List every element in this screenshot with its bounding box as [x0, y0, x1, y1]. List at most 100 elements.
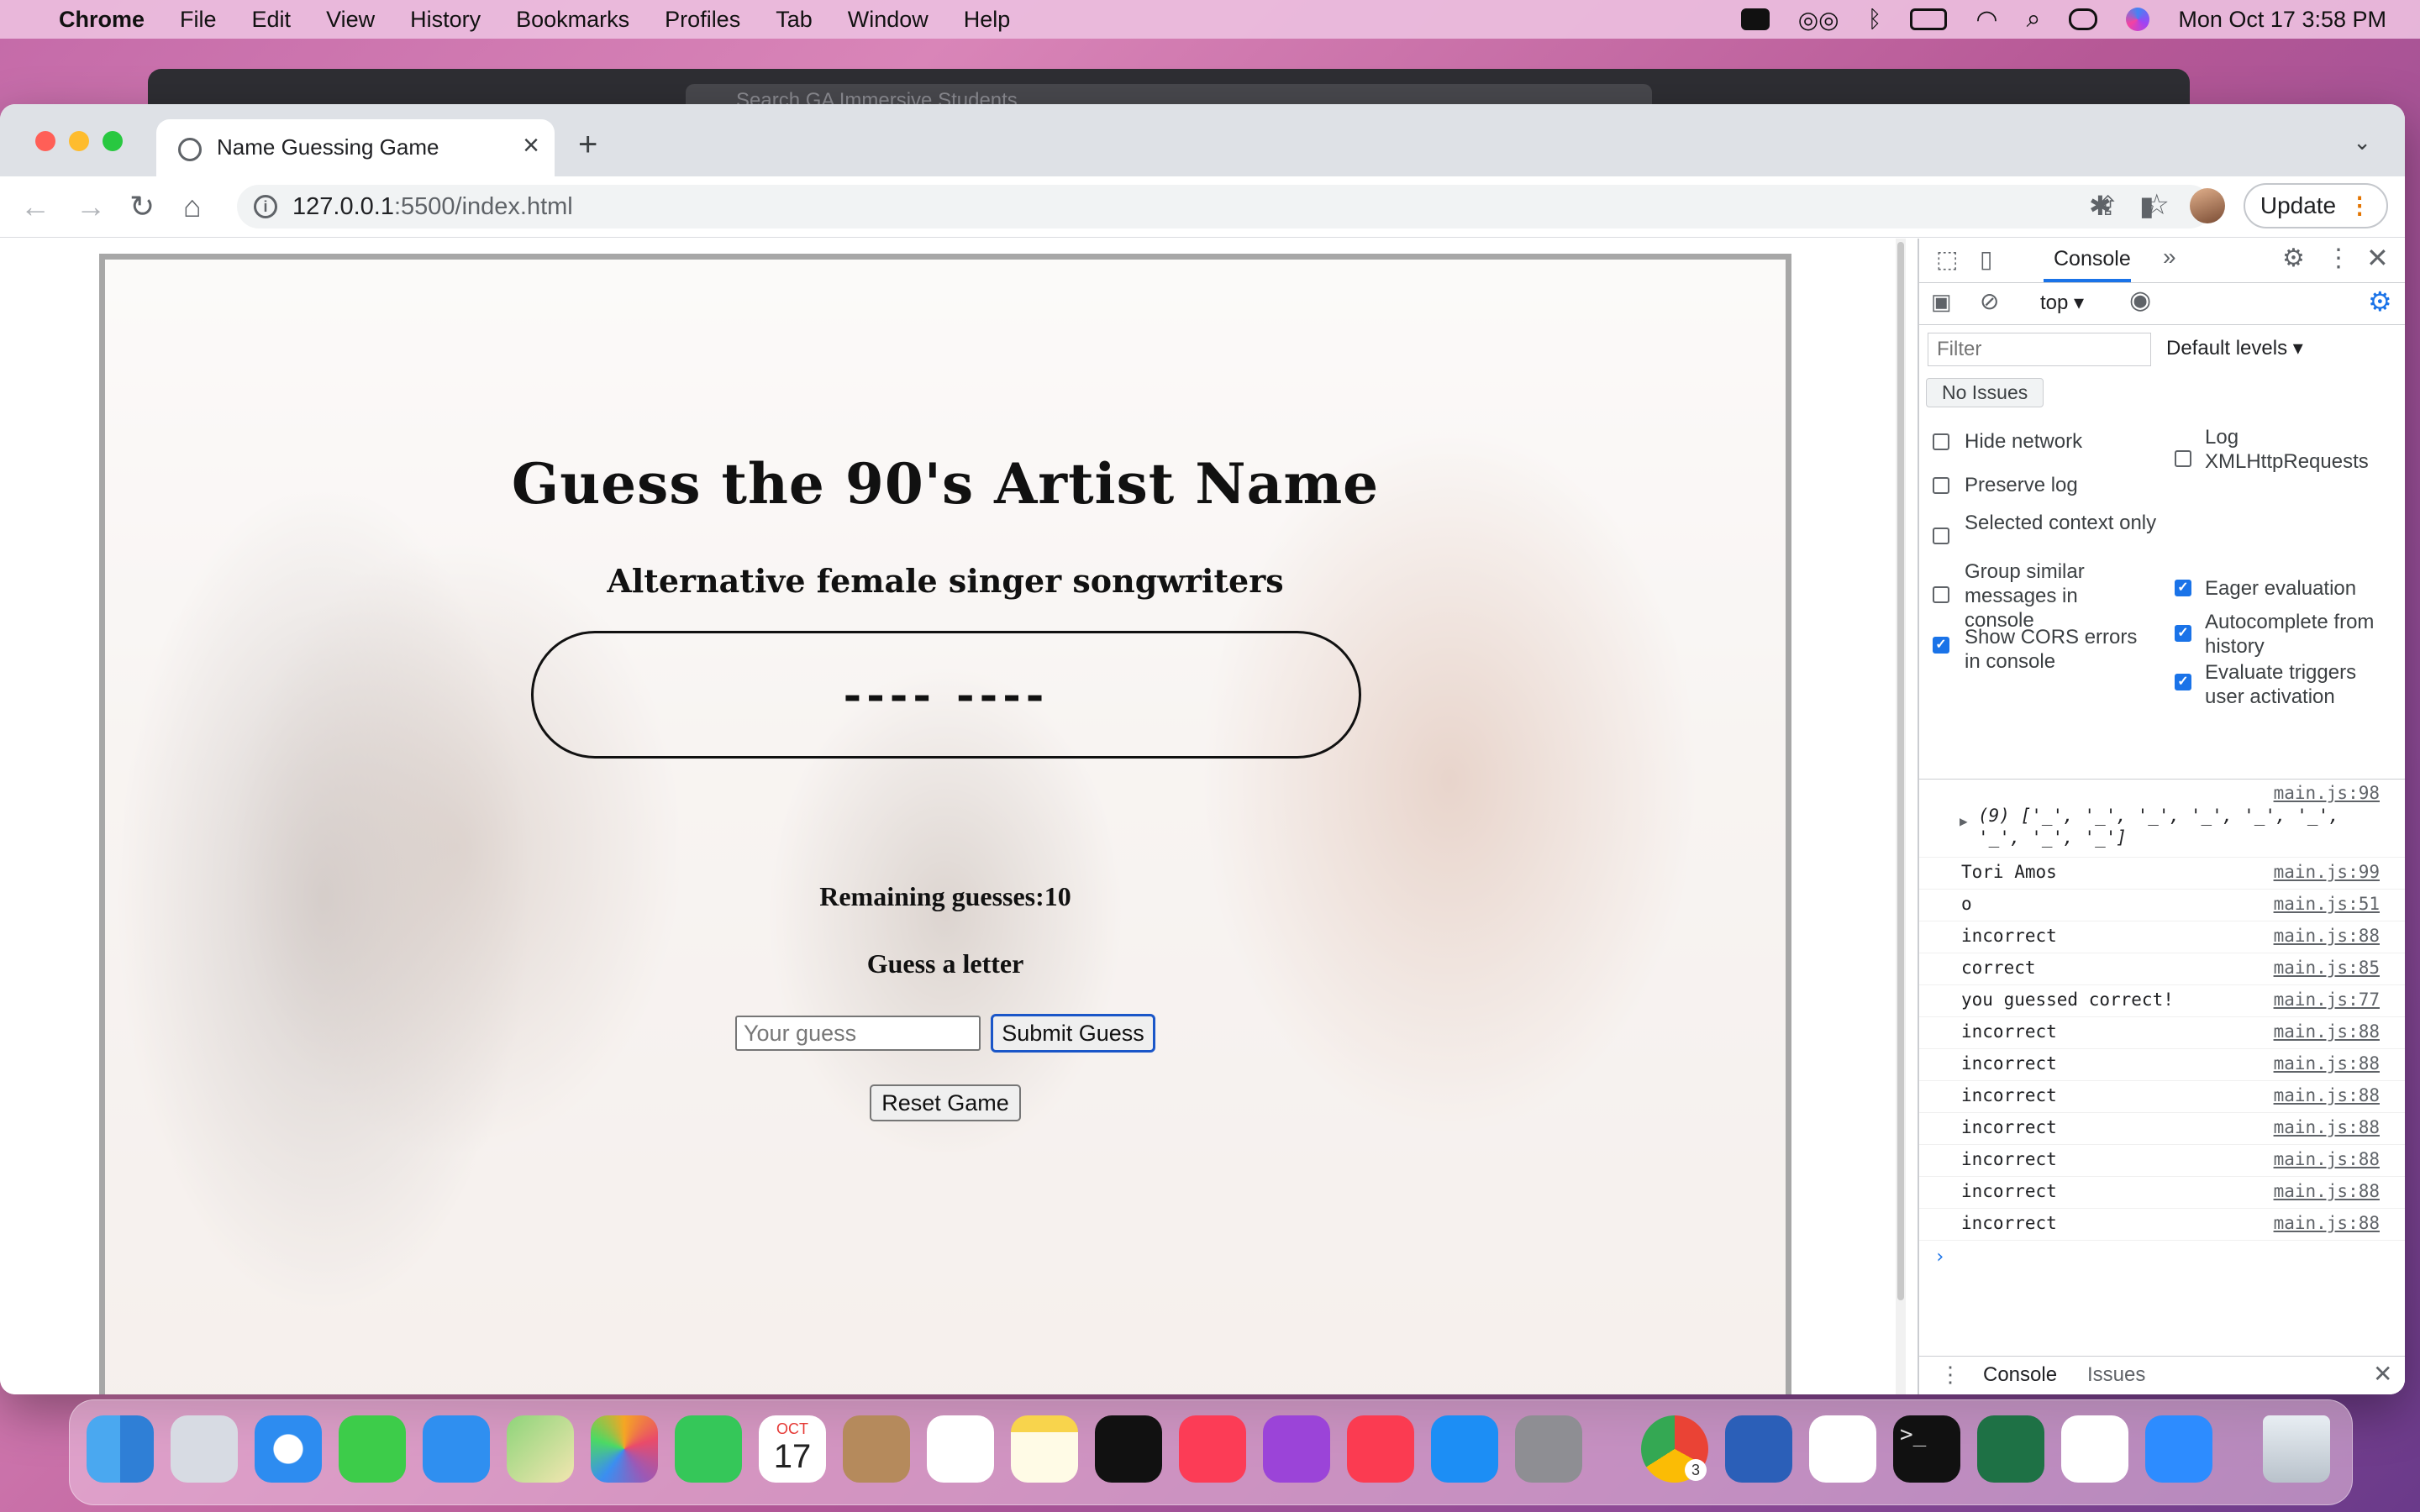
zoom-window-button[interactable] [103, 131, 123, 151]
bluetooth-icon[interactable]: ᛒ [1868, 6, 1882, 33]
clear-console-icon[interactable]: ⊘ [1980, 287, 1999, 315]
console-filter-input[interactable] [1928, 333, 2151, 366]
finder-icon[interactable] [87, 1415, 154, 1483]
new-tab-icon[interactable]: + [578, 128, 597, 161]
tab-search-chevron-icon[interactable]: ⌄ [2353, 129, 2371, 155]
log-source[interactable]: main.js:77 [2274, 990, 2380, 1010]
log-xhr-checkbox[interactable] [2175, 450, 2191, 467]
devtools-menu-icon[interactable]: ⋮ [2326, 244, 2351, 273]
issues-button[interactable]: No Issues [1926, 378, 2044, 407]
zoom-icon[interactable] [2145, 1415, 2212, 1483]
menu-tab[interactable]: Tab [776, 7, 813, 33]
vscode-icon[interactable] [2061, 1415, 2128, 1483]
news-icon[interactable] [1347, 1415, 1414, 1483]
update-button[interactable]: Update ⋮ [2244, 183, 2388, 228]
hide-network-checkbox[interactable] [1933, 433, 1949, 450]
glasses-icon[interactable]: ◎◎ [1798, 6, 1839, 34]
show-cors-checkbox[interactable]: ✓ [1933, 637, 1949, 654]
close-tab-icon[interactable]: × [523, 129, 539, 162]
facetime-icon[interactable] [675, 1415, 742, 1483]
menu-app-name[interactable]: Chrome [59, 7, 145, 33]
menubar-clock[interactable]: Mon Oct 17 3:58 PM [2178, 7, 2386, 33]
close-window-button[interactable] [35, 131, 55, 151]
devtools-tab-console[interactable]: Console [2054, 247, 2131, 271]
url-text[interactable]: 127.0.0.1:5500/index.html [292, 193, 573, 221]
inspect-element-icon[interactable]: ⬚ [1936, 245, 1958, 273]
selected-context-checkbox[interactable] [1933, 528, 1949, 544]
wifi-icon[interactable]: ◠ [1975, 5, 1997, 34]
console-prompt-icon[interactable]: › [1934, 1247, 1945, 1268]
tab-name-guessing-game[interactable]: Name Guessing Game × [156, 119, 555, 176]
eager-evaluation-checkbox[interactable]: ✓ [2175, 580, 2191, 596]
more-tabs-icon[interactable]: » [2163, 244, 2176, 270]
chrome-dock-icon[interactable]: 3 [1641, 1415, 1708, 1483]
control-center-icon[interactable] [2069, 8, 2098, 30]
log-source[interactable]: main.js:88 [2274, 1021, 2380, 1042]
terminal-icon[interactable]: >_ [1893, 1415, 1960, 1483]
zoom-tray-icon[interactable] [1740, 8, 1770, 30]
side-panel-icon[interactable]: ▮ [2139, 190, 2154, 222]
log-source[interactable]: main.js:85 [2274, 958, 2380, 978]
guess-input[interactable] [735, 1016, 981, 1051]
menu-file[interactable]: File [180, 7, 217, 33]
back-icon[interactable]: ← [20, 188, 50, 225]
log-source[interactable]: main.js:88 [2274, 1085, 2380, 1105]
podcasts-icon[interactable] [1263, 1415, 1330, 1483]
page-scrollbar[interactable] [1896, 239, 1906, 1394]
menu-profiles[interactable]: Profiles [665, 7, 740, 33]
minimize-window-button[interactable] [69, 131, 89, 151]
contacts-icon[interactable] [843, 1415, 910, 1483]
live-expression-eye-icon[interactable]: ◉ [2129, 286, 2151, 315]
log-source[interactable]: main.js:99 [2274, 862, 2380, 882]
submit-guess-button[interactable]: Submit Guess [991, 1014, 1155, 1053]
log-levels-dropdown[interactable]: Default levels ▾ [2166, 336, 2303, 360]
app-store-icon[interactable] [1431, 1415, 1498, 1483]
trash-icon[interactable] [2263, 1415, 2330, 1483]
menu-window[interactable]: Window [848, 7, 929, 33]
console-settings-gear-icon[interactable]: ⚙ [2368, 286, 2392, 318]
close-devtools-icon[interactable]: ✕ [2366, 242, 2389, 274]
launchpad-icon[interactable] [171, 1415, 238, 1483]
word-icon[interactable] [1725, 1415, 1792, 1483]
log-source[interactable]: main.js:88 [2274, 1213, 2380, 1233]
photos-icon[interactable] [591, 1415, 658, 1483]
site-info-icon[interactable]: i [254, 195, 277, 218]
drawer-tab-console[interactable]: Console [1983, 1363, 2057, 1387]
menu-edit[interactable]: Edit [252, 7, 292, 33]
log-source[interactable]: main.js:51 [2274, 894, 2380, 914]
menu-history[interactable]: History [410, 7, 481, 33]
device-toolbar-icon[interactable]: ▯ [1980, 245, 1992, 273]
log-source[interactable]: main.js:88 [2274, 1149, 2380, 1169]
close-drawer-icon[interactable]: ✕ [2373, 1360, 2392, 1388]
reminders-icon[interactable] [927, 1415, 994, 1483]
safari-icon[interactable] [255, 1415, 322, 1483]
menu-bookmarks[interactable]: Bookmarks [516, 7, 629, 33]
excel-icon[interactable] [1977, 1415, 2044, 1483]
spotlight-search-icon[interactable]: ⌕ [2027, 5, 2041, 34]
address-bar[interactable]: i 127.0.0.1:5500/index.html ⇪ ☆ [237, 185, 2212, 228]
settings-gear-icon[interactable]: ⚙ [2282, 244, 2305, 273]
messages-icon[interactable] [339, 1415, 406, 1483]
notes-icon[interactable] [1011, 1415, 1078, 1483]
maps-icon[interactable] [507, 1415, 574, 1483]
slack-icon[interactable] [1809, 1415, 1876, 1483]
autocomplete-history-checkbox[interactable]: ✓ [2175, 625, 2191, 642]
group-similar-checkbox[interactable] [1933, 586, 1949, 603]
siri-icon[interactable] [2126, 8, 2150, 31]
sidebar-toggle-icon[interactable]: ▣ [1931, 289, 1952, 315]
drawer-menu-icon[interactable]: ⋮ [1939, 1362, 1961, 1388]
profile-avatar[interactable] [2190, 188, 2225, 223]
context-selector[interactable]: top ▾ [2040, 291, 2084, 315]
reload-icon[interactable]: ↻ [129, 188, 155, 225]
extensions-puzzle-icon[interactable]: ✱ [2089, 190, 2112, 222]
calendar-icon[interactable]: OCT 17 [759, 1415, 826, 1483]
forward-icon[interactable]: → [76, 188, 106, 225]
reset-game-button[interactable]: Reset Game [870, 1084, 1021, 1121]
log-source[interactable]: main.js:88 [2274, 1181, 2380, 1201]
battery-icon[interactable] [1910, 8, 1948, 30]
system-preferences-icon[interactable] [1515, 1415, 1582, 1483]
scrollbar-thumb[interactable] [1897, 242, 1904, 1300]
music-icon[interactable] [1179, 1415, 1246, 1483]
preserve-log-checkbox[interactable] [1933, 477, 1949, 494]
log-source[interactable]: main.js:88 [2274, 1117, 2380, 1137]
